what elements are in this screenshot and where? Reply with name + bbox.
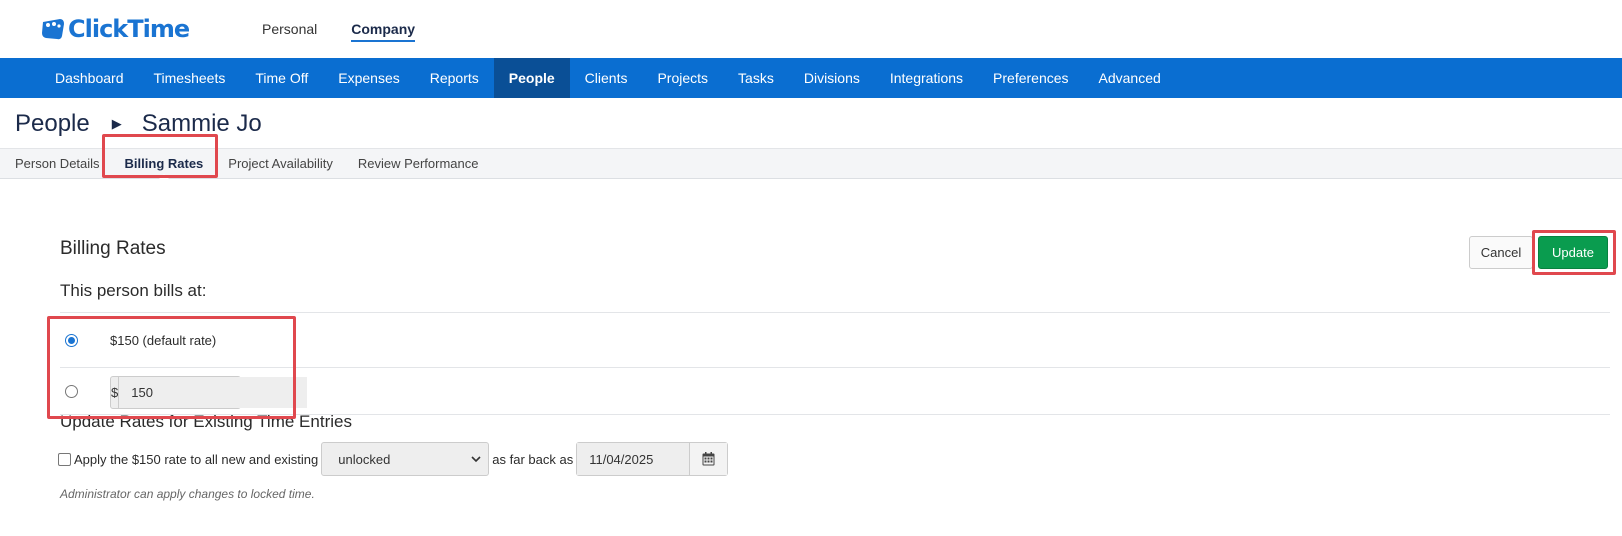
tab-review-performance[interactable]: Review Performance: [358, 148, 479, 179]
nav-reports[interactable]: Reports: [415, 58, 494, 98]
clicktime-logo-icon: [42, 19, 64, 40]
cancel-button[interactable]: Cancel: [1469, 236, 1533, 269]
nav-divisions[interactable]: Divisions: [789, 58, 875, 98]
as-far-back-label: as far back as: [492, 451, 574, 467]
nav-projects[interactable]: Projects: [642, 58, 723, 98]
calendar-button[interactable]: [689, 443, 728, 475]
currency-prefix: $: [111, 377, 120, 408]
tab-person-details[interactable]: Person Details: [15, 148, 100, 179]
admin-note: Administrator can apply changes to locke…: [60, 487, 315, 501]
rate-option-custom: $: [60, 367, 1610, 415]
chevron-down-icon: [471, 456, 481, 463]
custom-rate-radio[interactable]: [65, 384, 78, 398]
top-nav-company[interactable]: Company: [351, 0, 415, 58]
date-input[interactable]: [577, 443, 690, 475]
apply-rate-checkbox[interactable]: [58, 452, 71, 466]
nav-advanced[interactable]: Advanced: [1084, 58, 1176, 98]
rate-options: $150 (default rate) $: [60, 312, 1610, 415]
default-rate-radio[interactable]: [65, 333, 78, 347]
clicktime-logo[interactable]: ClickTime: [40, 14, 190, 44]
breadcrumb-parent[interactable]: People: [15, 110, 90, 138]
date-field: [576, 442, 729, 476]
default-rate-label: $150 (default rate): [110, 332, 217, 348]
custom-rate-field: $: [110, 376, 308, 409]
apply-rate-row: Apply the $150 rate to all new and exist…: [58, 442, 729, 476]
breadcrumb-current: Sammie Jo: [141, 110, 262, 137]
bills-at-label: This person bills at:: [60, 281, 207, 300]
apply-rate-label: Apply the $150 rate to all new and exist…: [74, 451, 319, 467]
top-nav: Personal Company: [262, 0, 449, 58]
nav-people[interactable]: People: [493, 58, 570, 98]
time-scope-value: unlocked: [338, 451, 391, 467]
nav-dashboard[interactable]: Dashboard: [40, 58, 139, 98]
caret-right-icon: ▶: [111, 116, 122, 131]
sub-tabs: Person Details Billing Rates Project Ava…: [0, 148, 1622, 180]
nav-tasks[interactable]: Tasks: [723, 58, 789, 98]
main-nav: Dashboard Timesheets Time Off Expenses R…: [0, 58, 1622, 98]
update-button[interactable]: Update: [1538, 236, 1608, 269]
nav-timesheets[interactable]: Timesheets: [139, 58, 241, 98]
logo-text: ClickTime: [68, 15, 190, 43]
nav-preferences[interactable]: Preferences: [978, 58, 1083, 98]
tab-billing-rates[interactable]: Billing Rates: [125, 148, 203, 180]
time-scope-select[interactable]: unlocked: [321, 442, 490, 476]
top-bar: ClickTime Personal Company: [0, 0, 1622, 58]
nav-clients[interactable]: Clients: [570, 58, 643, 98]
tab-project-availability[interactable]: Project Availability: [228, 148, 333, 179]
custom-rate-input[interactable]: [119, 377, 308, 408]
nav-time-off[interactable]: Time Off: [240, 58, 323, 98]
section-title: Billing Rates: [60, 238, 166, 259]
nav-integrations[interactable]: Integrations: [875, 58, 978, 98]
nav-expenses[interactable]: Expenses: [323, 58, 414, 98]
rate-option-default: $150 (default rate): [60, 312, 1610, 367]
breadcrumb: People ▶ Sammie Jo: [15, 108, 262, 140]
update-existing-title: Update Rates for Existing Time Entries: [60, 412, 352, 431]
top-nav-personal[interactable]: Personal: [262, 0, 317, 58]
calendar-icon: [702, 452, 715, 466]
